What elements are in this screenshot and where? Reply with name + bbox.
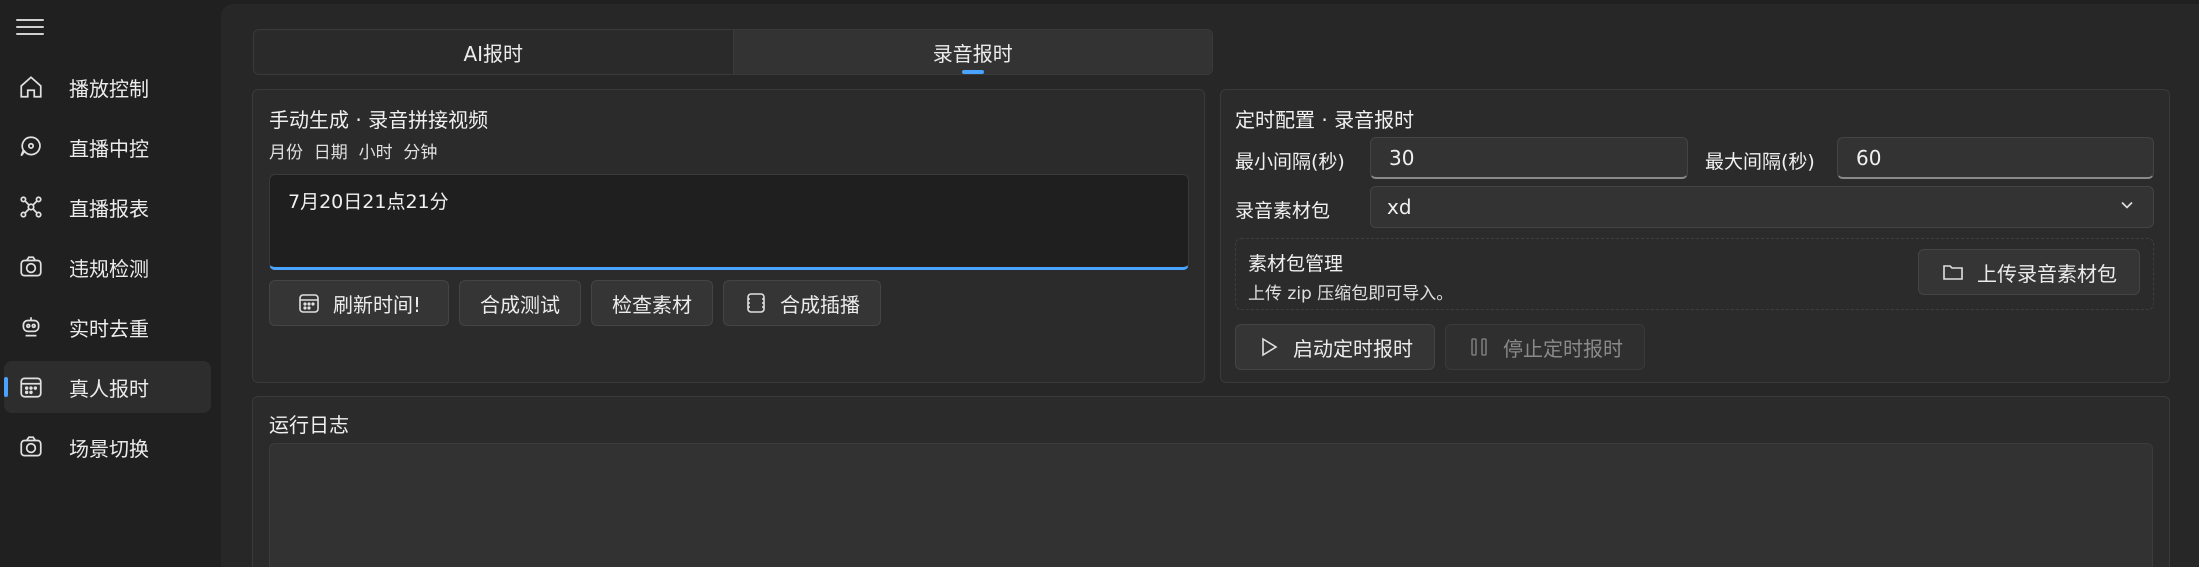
start-timer-button[interactable]: 启动定时报时 xyxy=(1235,324,1435,370)
start-timer-label: 启动定时报时 xyxy=(1293,336,1413,361)
chat-icon xyxy=(18,134,44,160)
camera-icon xyxy=(18,434,44,460)
tab-bar: AI报时 录音报时 xyxy=(253,29,1213,75)
upload-package-button[interactable]: 上传录音素材包 xyxy=(1918,249,2140,295)
folder-icon xyxy=(1941,260,1965,284)
run-log-card: 运行日志 xyxy=(252,396,2170,567)
sidebar-item-label: 直播报表 xyxy=(69,196,149,221)
calendar-icon xyxy=(18,374,44,400)
sidebar-item-realtime-dedupe[interactable]: 实时去重 xyxy=(4,301,211,353)
sidebar-item-scene-switch[interactable]: 场景切换 xyxy=(4,421,211,473)
home-icon xyxy=(18,74,44,100)
film-icon xyxy=(744,291,768,315)
play-icon xyxy=(1257,335,1281,359)
sidebar-item-violation-detect[interactable]: 违规检测 xyxy=(4,241,211,293)
timer-config-card: 定时配置 · 录音报时 最小间隔(秒) 30 最大间隔(秒) 60 录音素材包 … xyxy=(1220,89,2170,383)
run-log-title: 运行日志 xyxy=(269,413,349,437)
manual-card-title: 手动生成 · 录音拼接视频 xyxy=(269,108,489,132)
robot-icon xyxy=(18,314,44,340)
stop-timer-button[interactable]: 停止定时报时 xyxy=(1445,324,1645,370)
compose-insert-label: 合成插播 xyxy=(780,292,860,317)
check-material-button[interactable]: 检查素材 xyxy=(591,280,713,326)
material-package-value: xd xyxy=(1387,195,1412,219)
camera-icon xyxy=(18,254,44,280)
compose-insert-button[interactable]: 合成插播 xyxy=(723,280,881,326)
stop-timer-label: 停止定时报时 xyxy=(1503,336,1623,361)
min-interval-input[interactable]: 30 xyxy=(1370,137,1688,179)
manual-generate-card: 手动生成 · 录音拼接视频 月份 日期 小时 分钟 7月20日21点21分 刷新… xyxy=(252,89,1205,383)
calendar-icon xyxy=(297,291,321,315)
material-package-select[interactable]: xd xyxy=(1370,186,2154,228)
sidebar: 播放控制 直播中控 直播报表 违规检测 实时去重 真人报时 场景切换 xyxy=(0,0,220,567)
upload-package-label: 上传录音素材包 xyxy=(1977,261,2117,286)
chevron-down-icon xyxy=(2117,195,2137,220)
sidebar-item-label: 实时去重 xyxy=(69,316,149,341)
sidebar-item-playback-control[interactable]: 播放控制 xyxy=(4,61,211,113)
package-manage-box: 素材包管理 上传 zip 压缩包即可导入。 上传录音素材包 xyxy=(1235,238,2154,310)
sidebar-item-label: 播放控制 xyxy=(69,76,149,101)
max-interval-input[interactable]: 60 xyxy=(1837,137,2154,179)
material-package-label: 录音素材包 xyxy=(1235,200,1331,222)
compose-test-button[interactable]: 合成测试 xyxy=(459,280,581,326)
sidebar-item-live-control[interactable]: 直播中控 xyxy=(4,121,211,173)
sidebar-item-live-report[interactable]: 直播报表 xyxy=(4,181,211,233)
refresh-time-label: 刷新时间! xyxy=(332,292,422,317)
pause-icon xyxy=(1467,335,1491,359)
sidebar-item-label: 违规检测 xyxy=(69,256,149,281)
refresh-time-button[interactable]: 刷新时间! xyxy=(269,280,449,326)
menu-icon[interactable] xyxy=(16,14,44,38)
max-interval-label: 最大间隔(秒) xyxy=(1705,151,1815,173)
tab-ai-timecall[interactable]: AI报时 xyxy=(254,30,733,74)
package-manage-title: 素材包管理 xyxy=(1248,253,1344,275)
main-panel: AI报时 录音报时 手动生成 · 录音拼接视频 月份 日期 小时 分钟 7月20… xyxy=(221,4,2199,567)
min-interval-label: 最小间隔(秒) xyxy=(1235,151,1345,173)
sidebar-item-human-timecall[interactable]: 真人报时 xyxy=(4,361,211,413)
sidebar-item-label: 真人报时 xyxy=(69,376,149,401)
run-log-area[interactable] xyxy=(269,443,2153,567)
timer-card-title: 定时配置 · 录音报时 xyxy=(1235,108,1415,132)
time-text-input[interactable]: 7月20日21点21分 xyxy=(269,174,1189,270)
sidebar-item-label: 场景切换 xyxy=(69,436,149,461)
package-manage-desc: 上传 zip 压缩包即可导入。 xyxy=(1248,284,1454,304)
tab-recording-timecall[interactable]: 录音报时 xyxy=(732,30,1212,74)
network-icon xyxy=(18,194,44,220)
sidebar-item-label: 直播中控 xyxy=(69,136,149,161)
time-fields-label: 月份 日期 小时 分钟 xyxy=(269,143,438,163)
